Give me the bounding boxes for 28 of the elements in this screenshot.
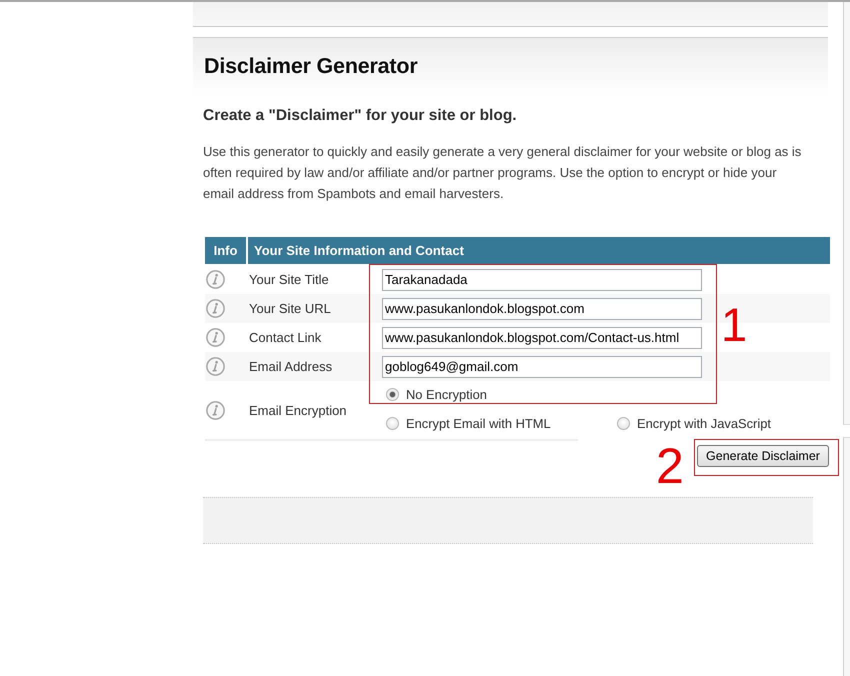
text-field[interactable]: www.pasukanlondok.blogspot.com/Contact-us.html xyxy=(382,326,702,348)
table-header-cell: Your Site Information and Contact xyxy=(248,237,830,264)
info-icon[interactable] xyxy=(206,299,225,318)
radio-label: Encrypt with JavaScript xyxy=(637,416,771,430)
radio-button[interactable] xyxy=(386,388,399,400)
text-field[interactable]: goblog649@gmail.com xyxy=(382,356,702,378)
description: Use this generator to quickly and easily generate a very general disclaimer for your website or blog as is often required by law and/or affiliate and/or partner programs. Use the option to encrypt or hide your email address from Spambots and email harvesters. xyxy=(203,143,802,203)
table-header-cell: Info xyxy=(205,237,246,264)
text-field[interactable]: www.pasukanlondok.blogspot.com xyxy=(382,298,702,320)
field-label: Your Site URL xyxy=(249,301,331,316)
annotation-number: 2 xyxy=(656,441,684,491)
field-label: Email Encryption xyxy=(249,402,347,418)
field-label: Email Address xyxy=(249,359,332,374)
field-label: Contact Link xyxy=(249,330,322,345)
subtitle: Create a "Disclaimer" for your site or blog. xyxy=(203,106,518,126)
text-field[interactable]: Tarakanadada xyxy=(382,268,702,290)
generate-button[interactable]: Generate Disclaimer xyxy=(697,445,829,467)
field-label: Your Site Title xyxy=(249,272,329,287)
radio-button[interactable] xyxy=(386,416,399,430)
annotation-number: 1 xyxy=(721,301,748,348)
radio-label: Encrypt Email with HTML xyxy=(406,416,551,430)
info-icon[interactable] xyxy=(206,270,225,289)
info-icon[interactable] xyxy=(206,400,225,420)
info-icon[interactable] xyxy=(206,357,225,376)
radio-button[interactable] xyxy=(617,416,630,430)
radio-label: No Encryption xyxy=(406,386,487,402)
info-icon[interactable] xyxy=(206,328,225,347)
page-heading: Disclaimer Generator xyxy=(204,54,418,79)
